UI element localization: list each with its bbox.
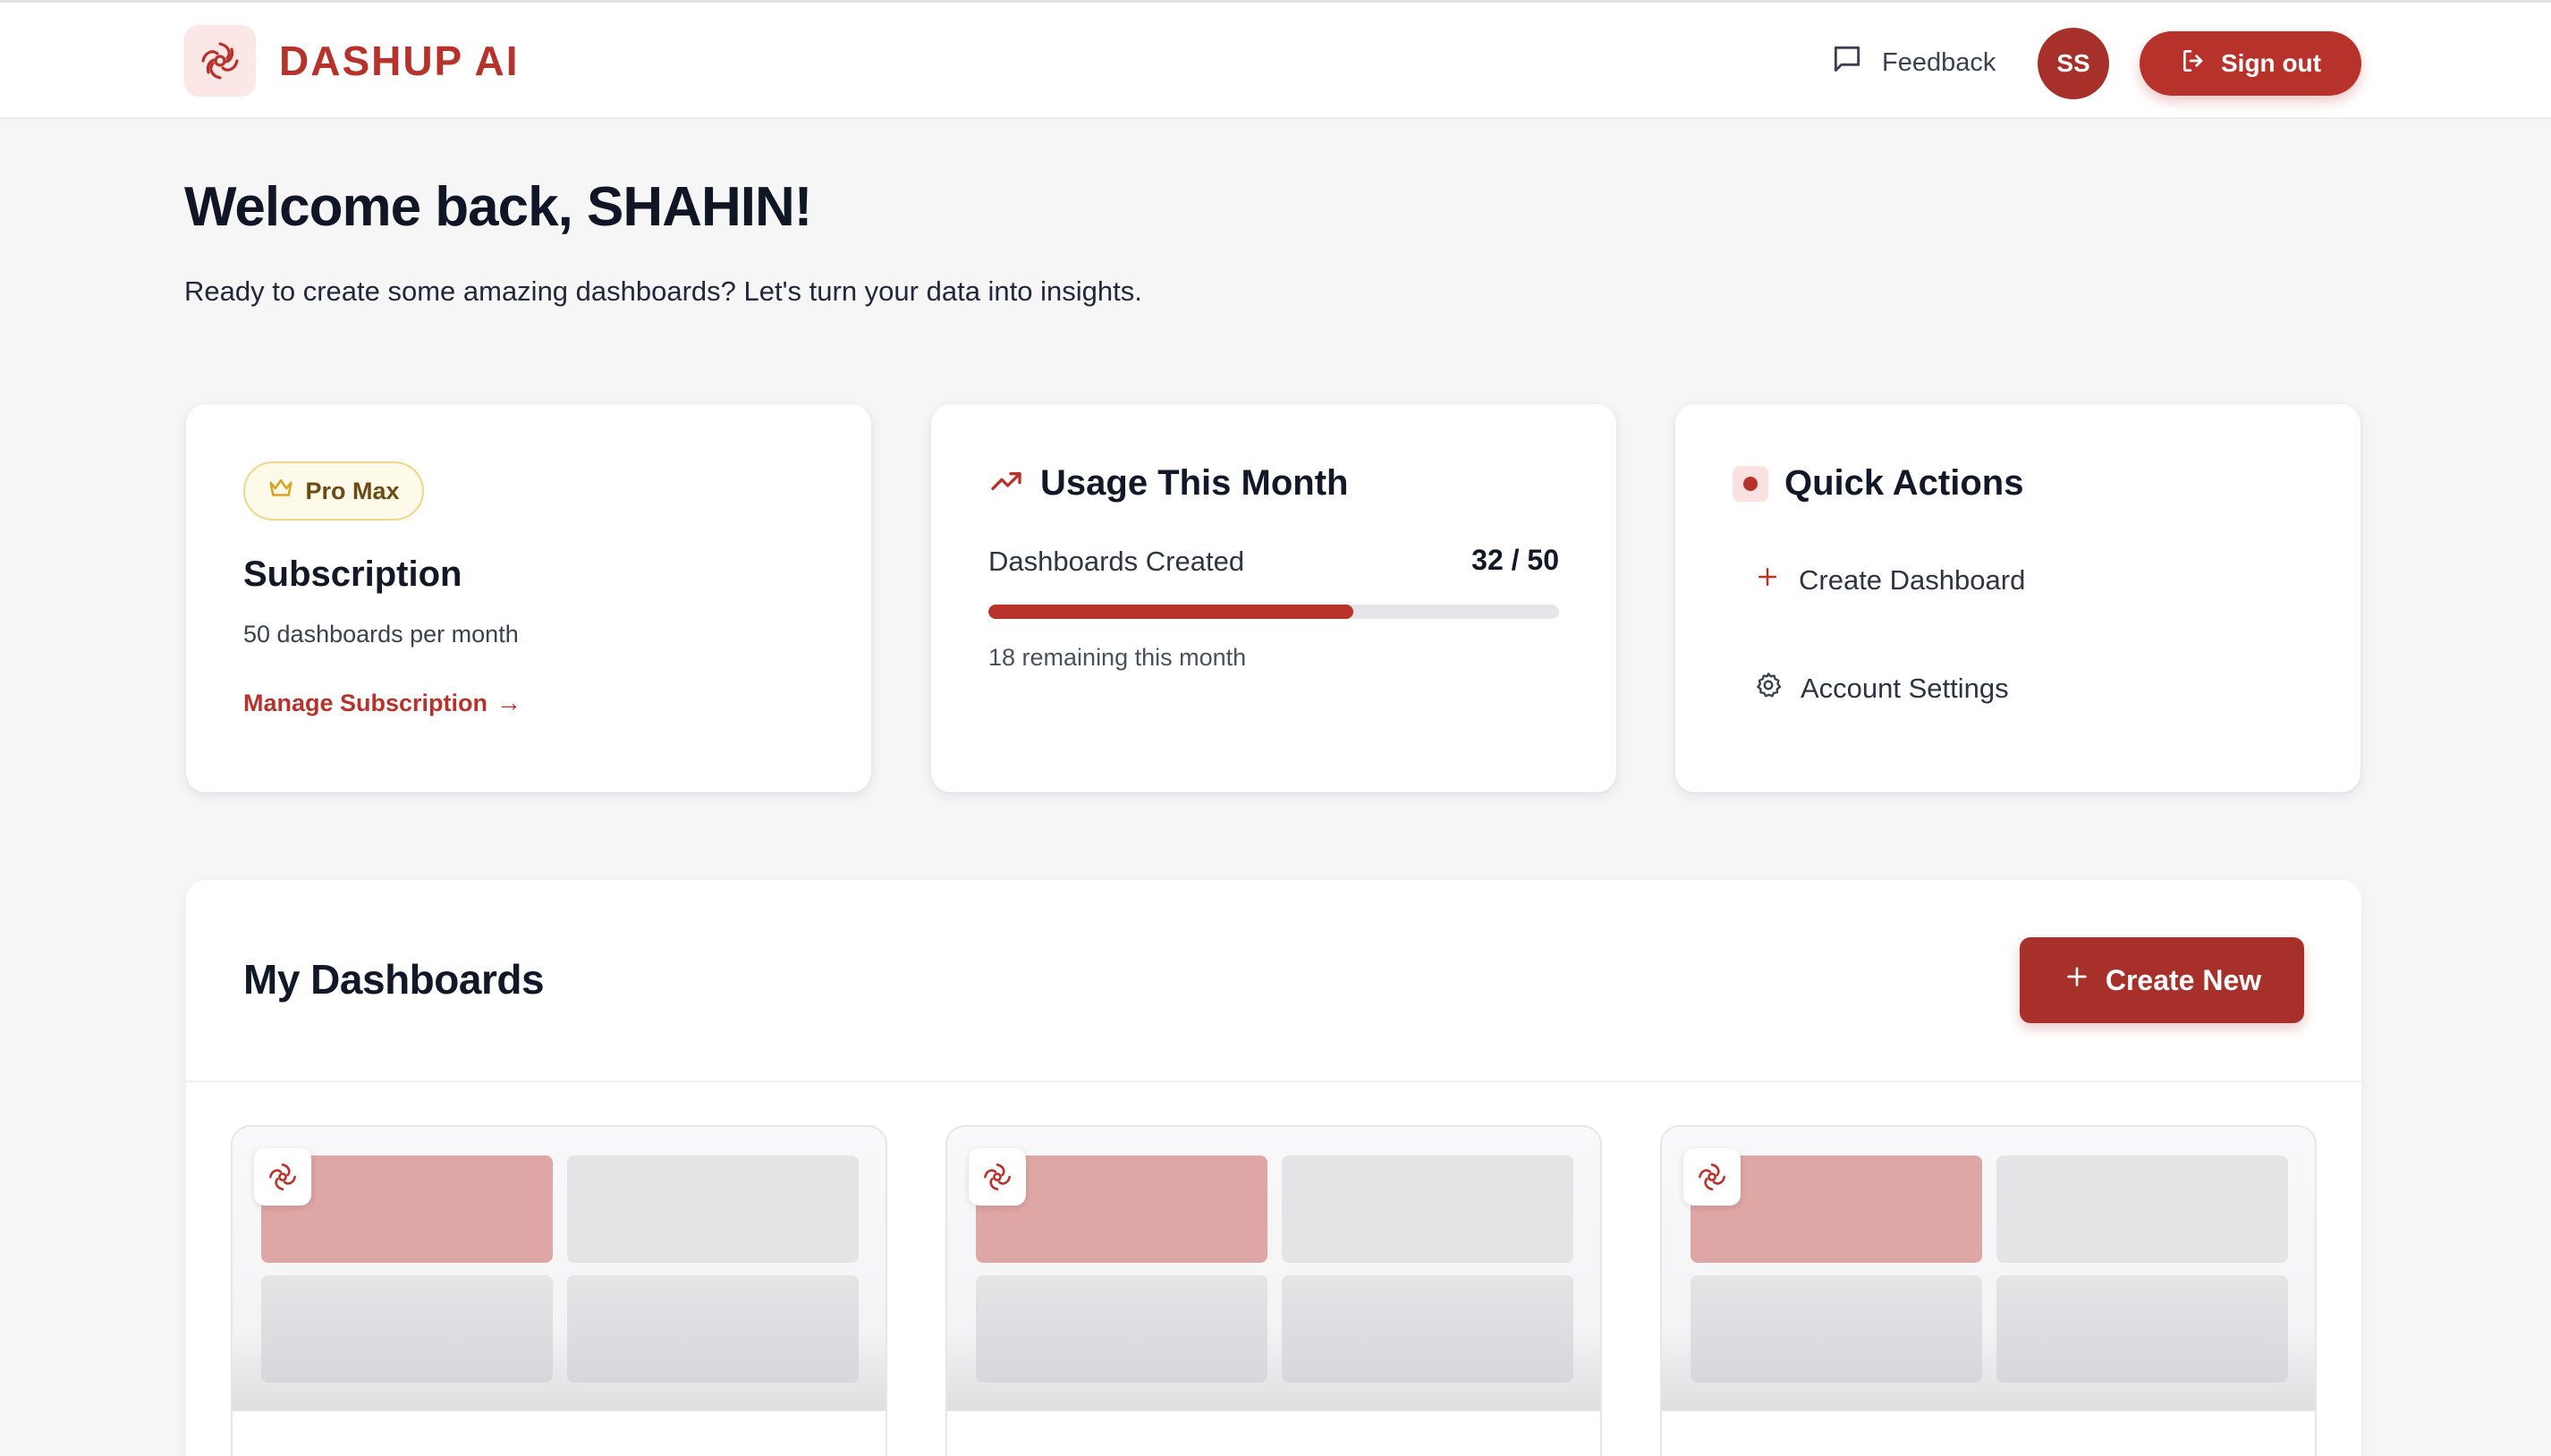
- arrow-right-icon: →: [496, 689, 522, 716]
- subscription-card: Pro Max Subscription 50 dashboards per m…: [186, 404, 871, 792]
- dashboard-card[interactable]: [231, 1125, 887, 1456]
- sign-out-label: Sign out: [2221, 49, 2321, 77]
- quick-actions-title: Quick Actions: [1784, 463, 2024, 503]
- create-dashboard-label: Create Dashboard: [1799, 564, 2026, 596]
- plus-icon: [1754, 563, 1781, 597]
- dashboard-preview: [233, 1127, 886, 1411]
- manage-subscription-label: Manage Subscription: [243, 689, 488, 716]
- panel-divider: [186, 1080, 2361, 1082]
- create-new-button[interactable]: Create New: [2020, 937, 2304, 1023]
- brand[interactable]: DASHUP AI: [184, 25, 519, 97]
- sign-out-button[interactable]: Sign out: [2140, 31, 2361, 96]
- subscription-title: Subscription: [243, 554, 462, 594]
- my-dashboards-title: My Dashboards: [243, 956, 545, 1003]
- feedback-button[interactable]: Feedback: [1830, 42, 1996, 83]
- remaining-text: 18 remaining this month: [988, 644, 1247, 671]
- manage-subscription-link[interactable]: Manage Subscription →: [243, 689, 521, 717]
- swirl-logo-icon: [1683, 1148, 1741, 1206]
- dashboard-card[interactable]: [1660, 1125, 2317, 1456]
- usage-title: Usage This Month: [1040, 463, 1349, 503]
- top-navbar: DASHUP AI Feedback SS Sign out: [0, 0, 2551, 119]
- my-dashboards-panel: My Dashboards Create New: [186, 880, 2361, 1456]
- dashboard-preview: [947, 1127, 1600, 1411]
- dashboards-created-label: Dashboards Created: [988, 546, 1245, 577]
- feedback-label: Feedback: [1882, 47, 1996, 77]
- create-new-label: Create New: [2105, 963, 2262, 996]
- dashboard-card[interactable]: [945, 1125, 1602, 1456]
- create-dashboard-action[interactable]: Create Dashboard: [1754, 563, 2025, 597]
- brand-name: DASHUP AI: [279, 38, 520, 84]
- record-dot-icon: [1733, 465, 1768, 502]
- user-avatar[interactable]: SS: [2038, 28, 2109, 99]
- swirl-logo-icon: [969, 1148, 1026, 1206]
- swirl-logo-icon: [184, 25, 256, 97]
- usage-progress-fill: [988, 605, 1354, 619]
- log-out-icon: [2180, 47, 2208, 81]
- swirl-logo-icon: [254, 1148, 311, 1206]
- welcome-heading: Welcome back, SHAHIN!: [184, 176, 812, 238]
- dashboard-preview: [1662, 1127, 2315, 1411]
- crown-icon: [267, 475, 294, 508]
- usage-card: Usage This Month Dashboards Created 32 /…: [931, 404, 1616, 792]
- account-settings-label: Account Settings: [1801, 673, 2009, 704]
- gear-icon: [1754, 671, 1783, 707]
- account-settings-action[interactable]: Account Settings: [1754, 671, 2009, 707]
- message-square-icon: [1830, 42, 1864, 83]
- usage-progress-bar: [988, 605, 1559, 619]
- plus-icon: [2063, 962, 2091, 998]
- plan-badge: Pro Max: [243, 461, 424, 521]
- trending-up-icon: [988, 463, 1024, 504]
- quick-actions-card: Quick Actions Create Dashboard Account S…: [1675, 404, 2360, 792]
- dashboards-created-value: 32 / 50: [1471, 544, 1559, 576]
- welcome-subtitle: Ready to create some amazing dashboards?…: [184, 275, 1142, 307]
- plan-badge-label: Pro Max: [305, 477, 400, 504]
- subscription-description: 50 dashboards per month: [243, 621, 519, 648]
